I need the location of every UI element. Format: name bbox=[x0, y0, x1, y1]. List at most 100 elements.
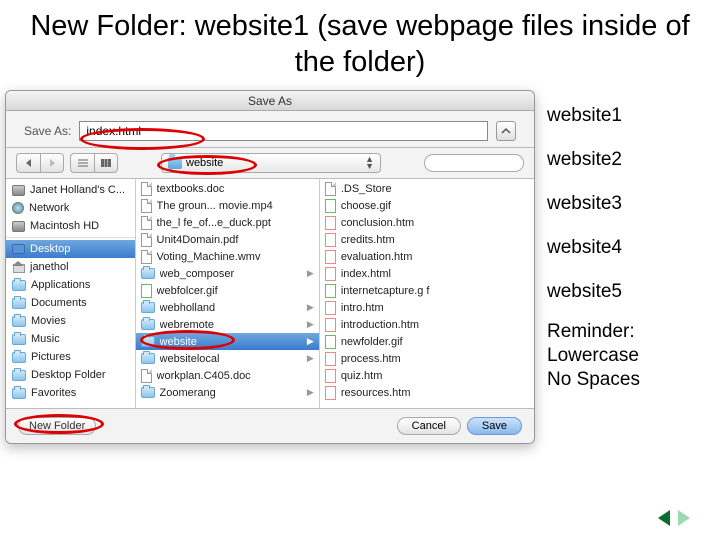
sidebar-item-label: Janet Holland's C... bbox=[30, 184, 125, 196]
file-item-label: credits.htm bbox=[341, 234, 529, 246]
file-item[interactable]: webholland ▶ bbox=[136, 299, 319, 316]
sidebar-item-label: Pictures bbox=[31, 351, 71, 363]
htm-icon bbox=[325, 352, 336, 366]
file-item-label: choose.gif bbox=[341, 200, 529, 212]
gif-icon bbox=[325, 335, 336, 349]
file-item-label: webremote bbox=[160, 319, 302, 331]
toolbar: website ▲▼ bbox=[6, 148, 534, 179]
save-as-input[interactable] bbox=[79, 121, 488, 141]
file-item[interactable]: Unit4Domain.pdf bbox=[136, 231, 319, 248]
fold-icon bbox=[12, 370, 26, 381]
sidebar: Janet Holland's C...NetworkMacintosh HD … bbox=[6, 179, 136, 408]
save-button[interactable]: Save bbox=[467, 417, 522, 435]
sidebar-item[interactable]: janethol bbox=[6, 258, 135, 276]
new-folder-button[interactable]: New Folder bbox=[18, 417, 96, 435]
doc-icon bbox=[141, 369, 152, 383]
file-item[interactable]: webremote ▶ bbox=[136, 316, 319, 333]
sidebar-item-label: Movies bbox=[31, 315, 66, 327]
chevron-up-icon bbox=[501, 126, 511, 136]
sidebar-item[interactable]: Desktop Folder bbox=[6, 366, 135, 384]
gif-icon bbox=[325, 199, 336, 213]
sidebar-item[interactable]: Applications bbox=[6, 276, 135, 294]
desk-icon bbox=[12, 244, 25, 254]
net-icon bbox=[12, 202, 24, 214]
file-item[interactable]: Zoomerang▶ bbox=[136, 384, 319, 401]
sidebar-item-label: Macintosh HD bbox=[30, 220, 99, 232]
file-item[interactable]: the_l fe_of...e_duck.ppt bbox=[136, 214, 319, 231]
htm-icon bbox=[325, 318, 336, 332]
file-item[interactable]: webfolcer.gif bbox=[136, 282, 319, 299]
file-item[interactable]: website▶ bbox=[136, 333, 319, 350]
file-item-label: the_l fe_of...e_duck.ppt bbox=[157, 217, 314, 229]
file-item[interactable]: evaluation.htm bbox=[320, 248, 534, 265]
column-view-button[interactable] bbox=[94, 153, 118, 173]
file-item-label: index.html bbox=[341, 268, 529, 280]
sidebar-item[interactable]: Movies bbox=[6, 312, 135, 330]
doc-icon bbox=[141, 182, 152, 196]
hd-icon bbox=[12, 185, 25, 196]
search-field[interactable] bbox=[424, 154, 524, 172]
file-item-label: quiz.htm bbox=[341, 370, 529, 382]
file-item[interactable]: workplan.C405.doc bbox=[136, 367, 319, 384]
back-button[interactable] bbox=[16, 153, 40, 173]
file-item[interactable]: choose.gif bbox=[320, 197, 534, 214]
file-item[interactable]: quiz.htm bbox=[320, 367, 534, 384]
list-view-button[interactable] bbox=[70, 153, 94, 173]
file-item[interactable]: internetcapture.g f bbox=[320, 282, 534, 299]
gif-icon bbox=[141, 284, 152, 298]
htm-icon bbox=[325, 250, 336, 264]
fold-icon bbox=[12, 280, 26, 291]
triangle-left-icon bbox=[25, 159, 33, 167]
file-item[interactable]: .DS_Store bbox=[320, 180, 534, 197]
sidebar-item-label: janethol bbox=[30, 261, 69, 273]
file-item[interactable]: intro.htm bbox=[320, 299, 534, 316]
doc-icon bbox=[141, 216, 152, 230]
location-popup[interactable]: website ▲▼ bbox=[161, 153, 381, 173]
sidebar-item[interactable]: Favorites bbox=[6, 384, 135, 402]
list-item: website5 bbox=[547, 281, 622, 303]
file-item[interactable]: textbooks.doc bbox=[136, 180, 319, 197]
next-slide-button[interactable] bbox=[678, 510, 690, 526]
fold-icon bbox=[141, 319, 155, 330]
sidebar-item[interactable]: Documents bbox=[6, 294, 135, 312]
file-item[interactable]: websitelocal▶ bbox=[136, 350, 319, 367]
sidebar-item[interactable]: Macintosh HD bbox=[6, 217, 135, 235]
file-item[interactable]: process.htm bbox=[320, 350, 534, 367]
home-icon bbox=[12, 261, 25, 273]
file-item[interactable]: introduction.htm bbox=[320, 316, 534, 333]
file-item-label: internetcapture.g f bbox=[341, 285, 529, 297]
file-item[interactable]: resources.htm bbox=[320, 384, 534, 401]
sidebar-item[interactable]: Network bbox=[6, 199, 135, 217]
reminder-text: Reminder:LowercaseNo Spaces bbox=[547, 320, 640, 391]
forward-button[interactable] bbox=[40, 153, 64, 173]
file-item[interactable]: index.html bbox=[320, 265, 534, 282]
cancel-button[interactable]: Cancel bbox=[397, 417, 461, 435]
file-item[interactable]: newfolder.gif bbox=[320, 333, 534, 350]
file-item-label: Zoomerang bbox=[160, 387, 302, 399]
prev-slide-button[interactable] bbox=[658, 510, 670, 526]
file-item[interactable]: web_composer▶ bbox=[136, 265, 319, 282]
save-as-label: Save As: bbox=[24, 124, 71, 138]
column-2: textbooks.docThe groun... movie.mp4 the_l… bbox=[136, 179, 320, 408]
doc-icon bbox=[325, 182, 336, 196]
file-item[interactable]: credits.htm bbox=[320, 231, 534, 248]
chevron-right-icon: ▶ bbox=[307, 302, 314, 313]
sidebar-item[interactable]: Janet Holland's C... bbox=[6, 181, 135, 199]
sidebar-item[interactable]: Desktop bbox=[6, 240, 135, 258]
chevron-right-icon: ▶ bbox=[307, 336, 314, 347]
fold-icon bbox=[141, 387, 155, 398]
file-item-label: .DS_Store bbox=[341, 183, 529, 195]
file-item[interactable]: The groun... movie.mp4 bbox=[136, 197, 319, 214]
chevron-right-icon: ▶ bbox=[307, 319, 314, 330]
column-browser: Janet Holland's C...NetworkMacintosh HD … bbox=[6, 179, 534, 409]
file-item-label: conclusion.htm bbox=[341, 217, 529, 229]
sidebar-item[interactable]: Pictures bbox=[6, 348, 135, 366]
file-item[interactable]: conclusion.htm bbox=[320, 214, 534, 231]
sidebar-item[interactable]: Music bbox=[6, 330, 135, 348]
file-item-label: webholland bbox=[160, 302, 302, 314]
list-item: website1 bbox=[547, 105, 622, 127]
file-item-label: intro.htm bbox=[341, 302, 529, 314]
disclosure-button[interactable] bbox=[496, 121, 516, 141]
file-item-label: introduction.htm bbox=[341, 319, 529, 331]
file-item[interactable]: Voting_Machine.wmv bbox=[136, 248, 319, 265]
